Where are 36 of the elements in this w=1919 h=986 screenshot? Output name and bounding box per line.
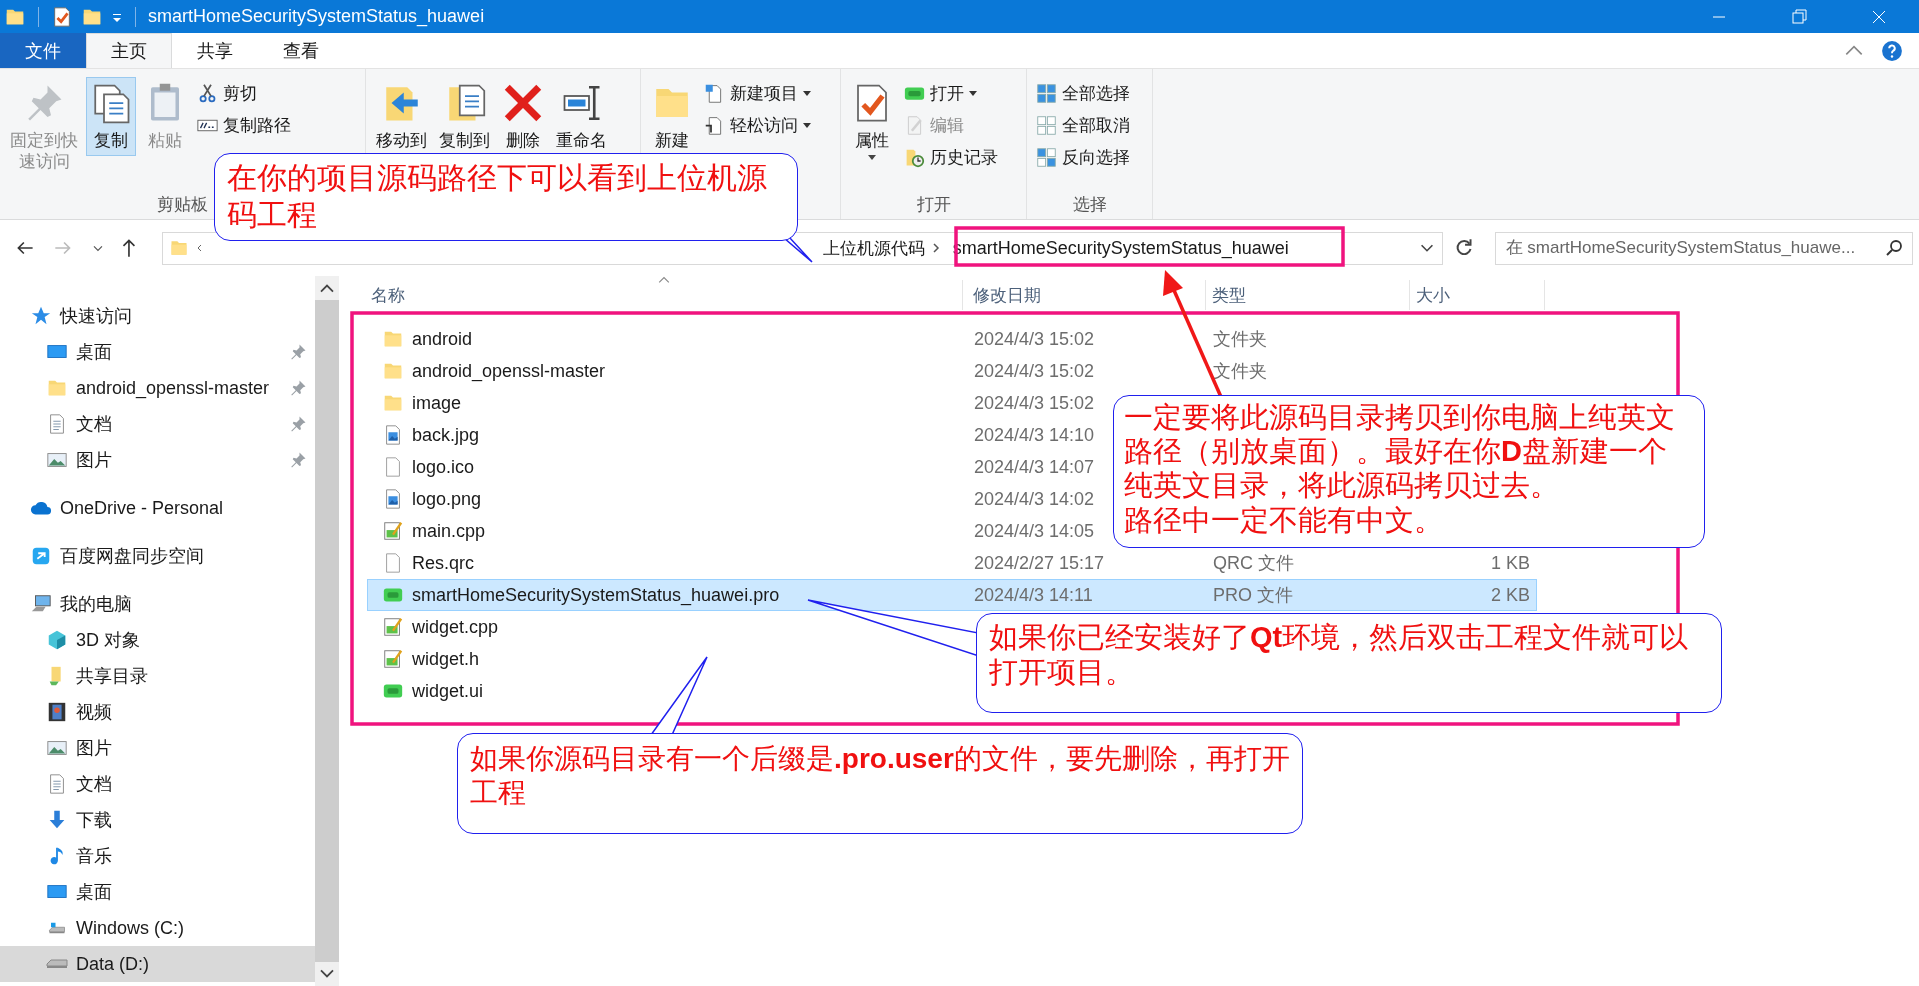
callout-text: 路径中一定不能有中文。 (1124, 502, 1444, 537)
window-title: smartHomeSecuritySystemStatus_huawei (148, 6, 485, 27)
file-name: Res.qrc (412, 552, 474, 574)
size-cell: 2 KB (1490, 584, 1530, 605)
callout-text: 如果你已经安装好了Qt环境，然后双击工程文件就可以打开项目。 (989, 620, 1690, 691)
type-cell: 文件夹 (1213, 329, 1267, 349)
file-name: widget.h (412, 648, 480, 670)
file-name: android (412, 328, 473, 350)
file-name: logo.ico (412, 456, 475, 478)
type-cell: PRO 文件 (1213, 585, 1293, 605)
date-cell: 2024/4/3 14:11 (974, 584, 1093, 605)
file-name: widget.cpp (412, 616, 499, 638)
size-cell: 1 KB (1490, 552, 1530, 573)
file-name: widget.ui (412, 680, 484, 702)
date-cell: 2024/4/3 15:02 (974, 392, 1095, 413)
file-name: back.jpg (412, 424, 480, 446)
type-cell: 文件夹 (1213, 361, 1267, 381)
file-name: image (412, 392, 462, 414)
callout-text: 在你的项目源码路径下可以看到上位机源码工程 (227, 160, 768, 234)
group-label: 剪贴板 (157, 193, 208, 216)
date-cell: 2024/4/3 14:10 (974, 424, 1095, 445)
callout-text: 一定要将此源码目录拷贝到你电脑上纯英文路径（别放桌面）。最好在你D盘新建一个纯英文目录，将此源码拷贝过去。 (1124, 400, 1676, 503)
date-cell: 2024/4/3 14:07 (974, 456, 1095, 477)
date-cell: 2024/4/3 14:05 (974, 520, 1095, 541)
group-label: 选择 (1072, 193, 1107, 216)
date-cell: 2024/2/27 15:17 (974, 552, 1105, 573)
file-name: android_openssl-master (412, 360, 606, 382)
type-cell: QRC 文件 (1213, 553, 1294, 573)
file-name: main.cpp (412, 520, 486, 542)
file-name: smartHomeSecuritySystemStatus_huawei.pro (412, 584, 780, 606)
date-cell: 2024/4/3 15:02 (974, 328, 1095, 349)
date-cell: 2024/4/3 15:02 (974, 360, 1095, 381)
callout-text: 如果你源码目录有一个后缀是.pro.user的文件，要先删除，再打开工程 (470, 742, 1290, 811)
file-name: logo.png (412, 488, 482, 510)
group-label: 打开 (916, 193, 951, 216)
date-cell: 2024/4/3 14:02 (974, 488, 1095, 509)
